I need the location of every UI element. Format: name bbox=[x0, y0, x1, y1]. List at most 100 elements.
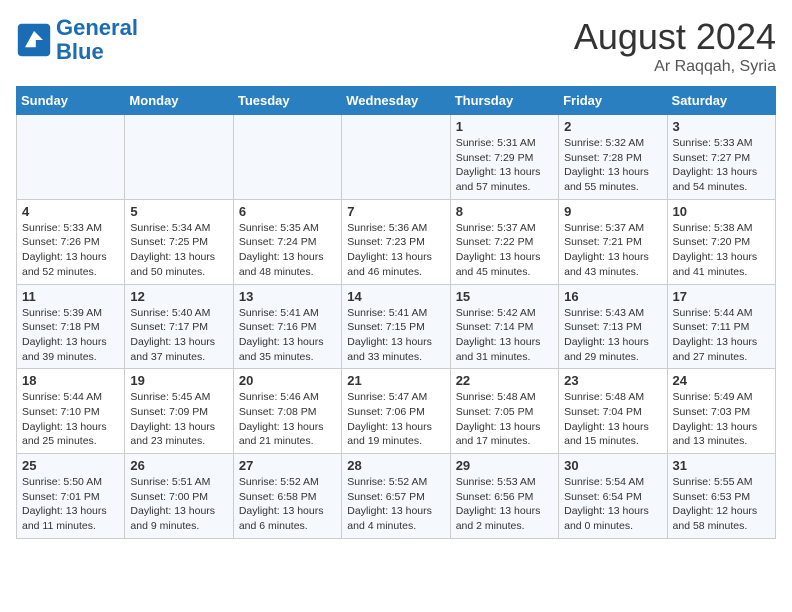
day-number: 17 bbox=[673, 289, 770, 304]
day-info: Sunrise: 5:48 AM Sunset: 7:04 PM Dayligh… bbox=[564, 390, 661, 449]
day-info: Sunrise: 5:39 AM Sunset: 7:18 PM Dayligh… bbox=[22, 306, 119, 365]
week-row-1: 1Sunrise: 5:31 AM Sunset: 7:29 PM Daylig… bbox=[17, 115, 776, 200]
day-info: Sunrise: 5:35 AM Sunset: 7:24 PM Dayligh… bbox=[239, 221, 336, 280]
day-cell: 21 Sunrise: 5:47 AM Sunset: 7:06 PM Dayli… bbox=[342, 369, 450, 454]
day-info: Sunrise: 5:40 AM Sunset: 7:17 PM Dayligh… bbox=[130, 306, 227, 365]
day-number: 9 bbox=[564, 204, 661, 219]
day-cell bbox=[125, 115, 233, 200]
day-info: Sunrise: 5:32 AM Sunset: 7:28 PM Dayligh… bbox=[564, 136, 661, 195]
day-info: Sunrise: 5:54 AM Sunset: 6:54 PM Dayligh… bbox=[564, 475, 661, 534]
day-number: 30 bbox=[564, 458, 661, 473]
day-number: 4 bbox=[22, 204, 119, 219]
day-number: 1 bbox=[456, 119, 553, 134]
day-info: Sunrise: 5:45 AM Sunset: 7:09 PM Dayligh… bbox=[130, 390, 227, 449]
day-number: 23 bbox=[564, 373, 661, 388]
day-info: Sunrise: 5:44 AM Sunset: 7:10 PM Dayligh… bbox=[22, 390, 119, 449]
month-year: August 2024 bbox=[574, 16, 776, 58]
day-cell: 29 Sunrise: 5:53 AM Sunset: 6:56 PM Dayli… bbox=[450, 454, 558, 539]
day-number: 15 bbox=[456, 289, 553, 304]
day-cell: 7Sunrise: 5:36 AM Sunset: 7:23 PM Daylig… bbox=[342, 199, 450, 284]
day-number: 24 bbox=[673, 373, 770, 388]
day-info: Sunrise: 5:43 AM Sunset: 7:13 PM Dayligh… bbox=[564, 306, 661, 365]
day-cell: 13Sunrise: 5:41 AM Sunset: 7:16 PM Dayli… bbox=[233, 284, 341, 369]
day-info: Sunrise: 5:37 AM Sunset: 7:22 PM Dayligh… bbox=[456, 221, 553, 280]
weekday-header-wednesday: Wednesday bbox=[342, 87, 450, 115]
day-number: 18 bbox=[22, 373, 119, 388]
logo-line2: Blue bbox=[56, 39, 104, 64]
day-cell: 3 Sunrise: 5:33 AM Sunset: 7:27 PM Daylig… bbox=[667, 115, 775, 200]
day-info: Sunrise: 5:38 AM Sunset: 7:20 PM Dayligh… bbox=[673, 221, 770, 280]
day-number: 27 bbox=[239, 458, 336, 473]
day-number: 5 bbox=[130, 204, 227, 219]
day-number: 12 bbox=[130, 289, 227, 304]
day-number: 20 bbox=[239, 373, 336, 388]
day-cell: 16 Sunrise: 5:43 AM Sunset: 7:13 PM Dayli… bbox=[559, 284, 667, 369]
day-cell: 30 Sunrise: 5:54 AM Sunset: 6:54 PM Dayli… bbox=[559, 454, 667, 539]
day-info: Sunrise: 5:48 AM Sunset: 7:05 PM Dayligh… bbox=[456, 390, 553, 449]
day-cell: 27 Sunrise: 5:52 AM Sunset: 6:58 PM Dayli… bbox=[233, 454, 341, 539]
day-info: Sunrise: 5:49 AM Sunset: 7:03 PM Dayligh… bbox=[673, 390, 770, 449]
day-cell: 15 Sunrise: 5:42 AM Sunset: 7:14 PM Dayli… bbox=[450, 284, 558, 369]
day-cell: 28 Sunrise: 5:52 AM Sunset: 6:57 PM Dayli… bbox=[342, 454, 450, 539]
day-number: 10 bbox=[673, 204, 770, 219]
day-info: Sunrise: 5:50 AM Sunset: 7:01 PM Dayligh… bbox=[22, 475, 119, 534]
day-number: 2 bbox=[564, 119, 661, 134]
day-cell: 20 Sunrise: 5:46 AM Sunset: 7:08 PM Dayli… bbox=[233, 369, 341, 454]
logo: General Blue bbox=[16, 16, 138, 64]
day-info: Sunrise: 5:34 AM Sunset: 7:25 PM Dayligh… bbox=[130, 221, 227, 280]
day-info: Sunrise: 5:41 AM Sunset: 7:16 PM Dayligh… bbox=[239, 306, 336, 365]
day-number: 11 bbox=[22, 289, 119, 304]
day-number: 22 bbox=[456, 373, 553, 388]
day-info: Sunrise: 5:53 AM Sunset: 6:56 PM Dayligh… bbox=[456, 475, 553, 534]
weekday-header-row: SundayMondayTuesdayWednesdayThursdayFrid… bbox=[17, 87, 776, 115]
day-number: 8 bbox=[456, 204, 553, 219]
day-cell: 10 Sunrise: 5:38 AM Sunset: 7:20 PM Dayli… bbox=[667, 199, 775, 284]
day-cell: 23 Sunrise: 5:48 AM Sunset: 7:04 PM Dayli… bbox=[559, 369, 667, 454]
day-number: 6 bbox=[239, 204, 336, 219]
day-info: Sunrise: 5:42 AM Sunset: 7:14 PM Dayligh… bbox=[456, 306, 553, 365]
day-number: 19 bbox=[130, 373, 227, 388]
week-row-2: 4 Sunrise: 5:33 AM Sunset: 7:26 PM Daylig… bbox=[17, 199, 776, 284]
day-number: 16 bbox=[564, 289, 661, 304]
day-info: Sunrise: 5:36 AM Sunset: 7:23 PM Dayligh… bbox=[347, 221, 444, 280]
day-cell: 4 Sunrise: 5:33 AM Sunset: 7:26 PM Daylig… bbox=[17, 199, 125, 284]
calendar-table: SundayMondayTuesdayWednesdayThursdayFrid… bbox=[16, 86, 776, 539]
logo-line1: General bbox=[56, 15, 138, 40]
weekday-header-tuesday: Tuesday bbox=[233, 87, 341, 115]
day-info: Sunrise: 5:47 AM Sunset: 7:06 PM Dayligh… bbox=[347, 390, 444, 449]
week-row-5: 25 Sunrise: 5:50 AM Sunset: 7:01 PM Dayli… bbox=[17, 454, 776, 539]
day-number: 25 bbox=[22, 458, 119, 473]
day-number: 21 bbox=[347, 373, 444, 388]
day-info: Sunrise: 5:33 AM Sunset: 7:27 PM Dayligh… bbox=[673, 136, 770, 195]
day-info: Sunrise: 5:52 AM Sunset: 6:58 PM Dayligh… bbox=[239, 475, 336, 534]
day-cell: 19 Sunrise: 5:45 AM Sunset: 7:09 PM Dayli… bbox=[125, 369, 233, 454]
day-cell bbox=[17, 115, 125, 200]
day-cell: 11 Sunrise: 5:39 AM Sunset: 7:18 PM Dayli… bbox=[17, 284, 125, 369]
day-info: Sunrise: 5:33 AM Sunset: 7:26 PM Dayligh… bbox=[22, 221, 119, 280]
day-cell: 1Sunrise: 5:31 AM Sunset: 7:29 PM Daylig… bbox=[450, 115, 558, 200]
day-number: 3 bbox=[673, 119, 770, 134]
weekday-header-sunday: Sunday bbox=[17, 87, 125, 115]
weekday-header-saturday: Saturday bbox=[667, 87, 775, 115]
day-info: Sunrise: 5:51 AM Sunset: 7:00 PM Dayligh… bbox=[130, 475, 227, 534]
day-number: 29 bbox=[456, 458, 553, 473]
day-info: Sunrise: 5:46 AM Sunset: 7:08 PM Dayligh… bbox=[239, 390, 336, 449]
day-number: 31 bbox=[673, 458, 770, 473]
day-number: 14 bbox=[347, 289, 444, 304]
day-number: 28 bbox=[347, 458, 444, 473]
day-cell: 18 Sunrise: 5:44 AM Sunset: 7:10 PM Dayli… bbox=[17, 369, 125, 454]
day-cell: 24 Sunrise: 5:49 AM Sunset: 7:03 PM Dayli… bbox=[667, 369, 775, 454]
day-info: Sunrise: 5:52 AM Sunset: 6:57 PM Dayligh… bbox=[347, 475, 444, 534]
day-cell: 5 Sunrise: 5:34 AM Sunset: 7:25 PM Daylig… bbox=[125, 199, 233, 284]
title-block: August 2024 Ar Raqqah, Syria bbox=[574, 16, 776, 76]
day-cell bbox=[233, 115, 341, 200]
day-cell: 2 Sunrise: 5:32 AM Sunset: 7:28 PM Daylig… bbox=[559, 115, 667, 200]
week-row-4: 18 Sunrise: 5:44 AM Sunset: 7:10 PM Dayli… bbox=[17, 369, 776, 454]
week-row-3: 11 Sunrise: 5:39 AM Sunset: 7:18 PM Dayli… bbox=[17, 284, 776, 369]
page-header: General Blue August 2024 Ar Raqqah, Syri… bbox=[16, 16, 776, 76]
day-cell: 26 Sunrise: 5:51 AM Sunset: 7:00 PM Dayli… bbox=[125, 454, 233, 539]
day-number: 26 bbox=[130, 458, 227, 473]
day-cell: 6 Sunrise: 5:35 AM Sunset: 7:24 PM Daylig… bbox=[233, 199, 341, 284]
day-cell: 17Sunrise: 5:44 AM Sunset: 7:11 PM Dayli… bbox=[667, 284, 775, 369]
day-info: Sunrise: 5:55 AM Sunset: 6:53 PM Dayligh… bbox=[673, 475, 770, 534]
